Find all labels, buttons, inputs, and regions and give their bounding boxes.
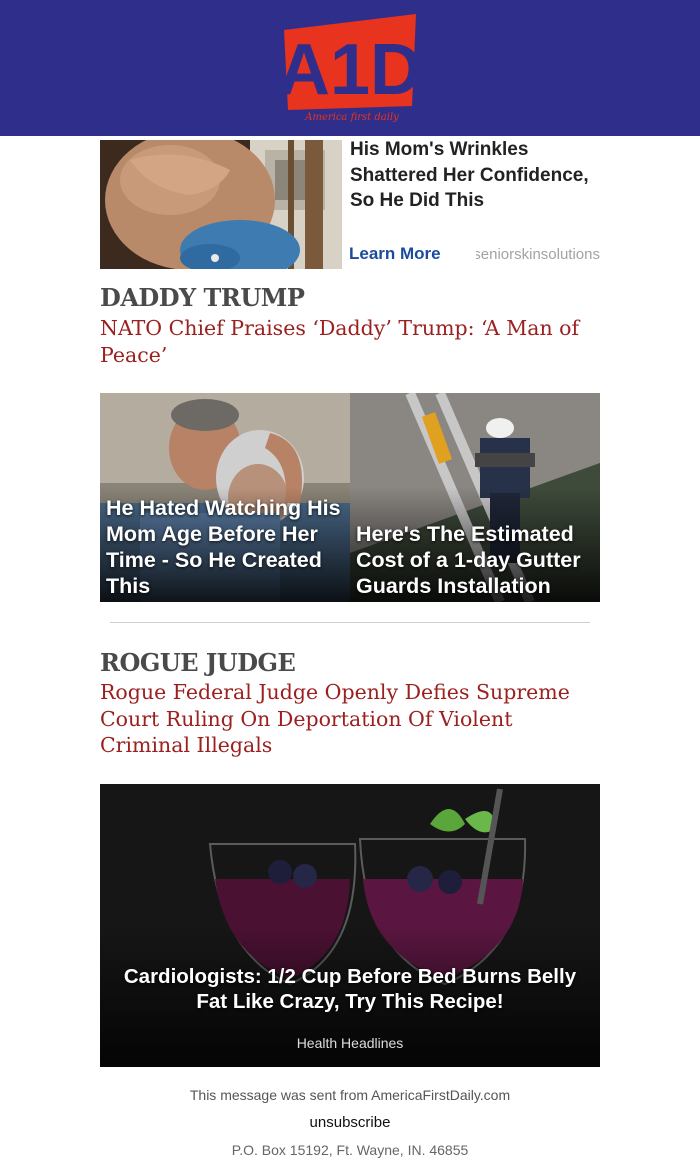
ad-source: Health Headlines: [296, 1035, 404, 1051]
header-banner: A1D America first daily: [0, 0, 700, 136]
logo-tagline: America first daily: [304, 112, 399, 123]
logo-letters: A1D: [280, 30, 420, 110]
ad-tile-mom-age[interactable]: He Hated Watching His Mom Age Before Her…: [100, 393, 350, 602]
section-divider: [110, 622, 590, 623]
article-headline-nato[interactable]: NATO Chief Praises ‘Daddy’ Trump: ‘A Man…: [100, 315, 600, 368]
learn-more-link[interactable]: Learn More: [349, 244, 441, 264]
sponsored-ad-wrinkles[interactable]: His Mom's Wrinkles Shattered Her Confide…: [100, 137, 600, 270]
ad-tile-title[interactable]: He Hated Watching His Mom Age Before Her…: [106, 495, 346, 599]
footer-address: P.O. Box 15192, Ft. Wayne, IN. 46855: [231, 1142, 469, 1158]
ad-title[interactable]: His Mom's Wrinkles Shattered Her Confide…: [350, 137, 590, 214]
unsubscribe-link[interactable]: unsubscribe: [0, 1114, 700, 1131]
sponsored-ad-grid: He Hated Watching His Mom Age Before Her…: [100, 393, 600, 602]
footer-sent-from: This message was sent from AmericaFirstD…: [189, 1087, 511, 1103]
ad-tile-gutter-guards[interactable]: Here's The Estimated Cost of a 1-day Gut…: [350, 393, 600, 602]
ad-tile-title[interactable]: Here's The Estimated Cost of a 1-day Gut…: [356, 521, 596, 599]
sponsored-ad-cardiologists[interactable]: Cardiologists: 1/2 Cup Before Bed Burns …: [100, 784, 600, 1067]
ad-title[interactable]: Cardiologists: 1/2 Cup Before Bed Burns …: [110, 965, 590, 1014]
ad-image-elderly-woman[interactable]: [100, 140, 342, 269]
article-headline-rogue-judge[interactable]: Rogue Federal Judge Openly Defies Suprem…: [100, 679, 600, 759]
ad-image-wine-glasses: [100, 784, 600, 1067]
section-heading-rogue-judge: ROGUE JUDGE: [100, 648, 296, 677]
section-heading-daddy-trump: DADDY TRUMP: [100, 283, 305, 312]
ad-source: seniorskinsolutions: [476, 246, 600, 263]
a1d-logo[interactable]: A1D America first daily: [280, 12, 420, 128]
